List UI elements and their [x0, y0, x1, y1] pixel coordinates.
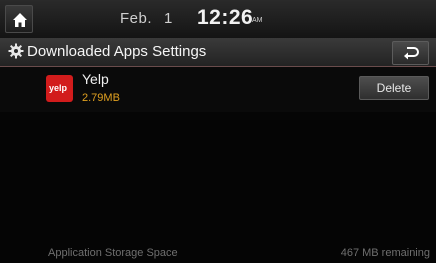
home-icon — [13, 13, 27, 27]
app-size: 2.79MB — [82, 92, 120, 104]
gear-icon — [8, 43, 24, 59]
yelp-app-icon: yelp — [46, 75, 73, 102]
delete-button[interactable]: Delete — [359, 76, 429, 100]
page-title: Downloaded Apps Settings — [27, 43, 207, 60]
screen: Feb. 1 12:26 AM Downloaded Apps Settings — [0, 0, 436, 263]
home-button[interactable] — [5, 5, 33, 33]
clock-time: 12:26 — [197, 6, 254, 29]
day-label: 1 — [164, 10, 173, 27]
back-button[interactable] — [392, 41, 429, 65]
date-label: Feb. — [120, 10, 153, 27]
app-name: Yelp — [82, 71, 109, 87]
storage-remaining: 467 MB remaining — [340, 247, 430, 259]
app-icon-text: yelp — [49, 83, 68, 93]
clock-ampm: AM — [252, 17, 263, 24]
title-bar: Downloaded Apps Settings — [0, 38, 436, 67]
status-bar: Feb. 1 12:26 AM — [0, 0, 436, 38]
storage-label: Application Storage Space — [48, 247, 178, 259]
back-arrow-icon — [404, 47, 419, 60]
